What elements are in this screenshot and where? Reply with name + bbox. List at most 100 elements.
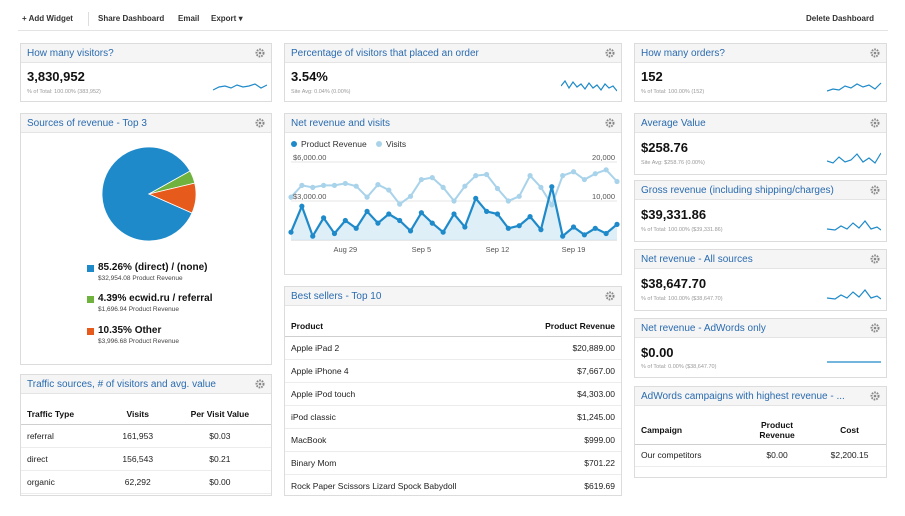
- table-row[interactable]: Apple iPad 2 $20,889.00: [285, 336, 621, 360]
- gear-icon[interactable]: [604, 290, 616, 302]
- visits-point[interactable]: [418, 176, 424, 183]
- visits-point[interactable]: [614, 178, 620, 185]
- gear-icon[interactable]: [604, 47, 616, 59]
- column-header-cost[interactable]: Cost: [813, 416, 886, 445]
- column-header-traffic-type[interactable]: Traffic Type: [21, 404, 107, 425]
- delete-dashboard-button[interactable]: Delete Dashboard: [806, 14, 874, 23]
- gear-icon[interactable]: [869, 117, 881, 129]
- visits-point[interactable]: [353, 183, 359, 189]
- revenue-point[interactable]: [494, 211, 501, 217]
- export-button[interactable]: Export ▾: [211, 14, 243, 23]
- revenue-point[interactable]: [560, 233, 566, 239]
- visits-point[interactable]: [494, 185, 501, 192]
- revenue-point[interactable]: [310, 233, 316, 239]
- product-name[interactable]: Binary Mom: [285, 451, 515, 475]
- revenue-point[interactable]: [549, 184, 555, 190]
- visits-point[interactable]: [386, 187, 392, 193]
- visits-point[interactable]: [342, 180, 348, 187]
- visits-point[interactable]: [407, 193, 414, 199]
- revenue-point[interactable]: [592, 225, 598, 231]
- visits-point[interactable]: [462, 183, 468, 189]
- revenue-point[interactable]: [614, 221, 620, 227]
- visits-point[interactable]: [429, 175, 435, 181]
- column-header-campaign[interactable]: Campaign: [635, 416, 742, 445]
- column-header-product-revenue[interactable]: Product Revenue: [741, 416, 814, 445]
- revenue-point[interactable]: [342, 217, 348, 224]
- table-row[interactable]: MacBook $999.00: [285, 428, 621, 452]
- revenue-point[interactable]: [364, 208, 370, 214]
- revenue-point[interactable]: [429, 220, 435, 226]
- visits-point[interactable]: [560, 173, 566, 179]
- gear-icon[interactable]: [869, 253, 881, 265]
- revenue-point[interactable]: [484, 208, 490, 214]
- revenue-point[interactable]: [331, 230, 338, 237]
- visits-point[interactable]: [484, 171, 490, 178]
- column-header-product[interactable]: Product: [285, 316, 515, 337]
- gear-icon[interactable]: [254, 47, 266, 59]
- column-header-per-visit-value[interactable]: Per Visit Value: [168, 404, 271, 425]
- revenue-point[interactable]: [516, 223, 522, 229]
- revenue-point[interactable]: [440, 229, 446, 235]
- campaign-name[interactable]: Our competitors: [635, 444, 742, 467]
- revenue-point[interactable]: [581, 232, 587, 238]
- visits-point[interactable]: [603, 167, 609, 173]
- visits-point[interactable]: [451, 198, 457, 204]
- revenue-point[interactable]: [603, 230, 609, 237]
- gear-icon[interactable]: [254, 117, 266, 129]
- table-row[interactable]: direct 156,543 $0.21: [21, 447, 271, 471]
- gear-icon[interactable]: [869, 47, 881, 59]
- visits-point[interactable]: [516, 193, 522, 199]
- visits-point[interactable]: [375, 182, 381, 188]
- table-row[interactable]: Apple iPod touch $4,303.00: [285, 382, 621, 406]
- gear-icon[interactable]: [869, 322, 881, 334]
- gear-icon[interactable]: [869, 390, 881, 402]
- revenue-point[interactable]: [462, 224, 468, 230]
- product-name[interactable]: Rock Paper Scissors Lizard Spock Babydol…: [285, 474, 515, 495]
- visits-point[interactable]: [299, 182, 305, 188]
- visits-point[interactable]: [440, 184, 446, 190]
- visits-point[interactable]: [310, 184, 316, 190]
- revenue-point[interactable]: [418, 210, 424, 216]
- revenue-point[interactable]: [407, 228, 414, 234]
- revenue-point[interactable]: [505, 225, 511, 231]
- visits-point[interactable]: [527, 173, 533, 179]
- visits-point[interactable]: [321, 182, 327, 188]
- visits-point[interactable]: [538, 184, 544, 190]
- revenue-point[interactable]: [538, 227, 544, 233]
- visits-point[interactable]: [473, 173, 479, 179]
- revenue-point[interactable]: [570, 224, 577, 230]
- visits-point[interactable]: [581, 176, 587, 183]
- table-row[interactable]: organic 62,292 $0.00: [21, 470, 271, 494]
- gear-icon[interactable]: [604, 117, 616, 129]
- product-name[interactable]: Apple iPhone 4: [285, 359, 515, 383]
- gear-icon[interactable]: [254, 378, 266, 390]
- product-name[interactable]: Apple iPad 2: [285, 336, 515, 360]
- revenue-point[interactable]: [288, 229, 294, 235]
- visits-point[interactable]: [331, 182, 338, 188]
- revenue-point[interactable]: [299, 203, 305, 209]
- visits-point[interactable]: [570, 169, 577, 175]
- visits-point[interactable]: [505, 198, 511, 204]
- table-row[interactable]: Rock Paper Scissors Lizard Spock Babydol…: [285, 474, 621, 495]
- table-row[interactable]: iPod classic $1,245.00: [285, 405, 621, 429]
- revenue-point[interactable]: [321, 215, 327, 221]
- revenue-point[interactable]: [386, 211, 392, 217]
- product-name[interactable]: iPod classic: [285, 405, 515, 429]
- revenue-point[interactable]: [473, 195, 479, 201]
- column-header-visits[interactable]: Visits: [106, 404, 169, 425]
- gear-icon[interactable]: [869, 184, 881, 196]
- traffic-type[interactable]: direct: [21, 447, 107, 471]
- product-name[interactable]: MacBook: [285, 428, 515, 452]
- table-row[interactable]: Apple iPhone 4 $7,667.00: [285, 359, 621, 383]
- visits-point[interactable]: [549, 202, 555, 208]
- product-name[interactable]: Apple iPod touch: [285, 382, 515, 406]
- share-dashboard-button[interactable]: Share Dashboard: [98, 14, 164, 23]
- traffic-type[interactable]: referral: [21, 424, 107, 448]
- table-row[interactable]: Binary Mom $701.22: [285, 451, 621, 475]
- visits-point[interactable]: [397, 201, 403, 207]
- column-header-revenue[interactable]: Product Revenue: [514, 316, 621, 337]
- visits-point[interactable]: [592, 171, 598, 177]
- revenue-point[interactable]: [397, 217, 403, 224]
- revenue-point[interactable]: [353, 225, 359, 231]
- revenue-point[interactable]: [375, 220, 381, 226]
